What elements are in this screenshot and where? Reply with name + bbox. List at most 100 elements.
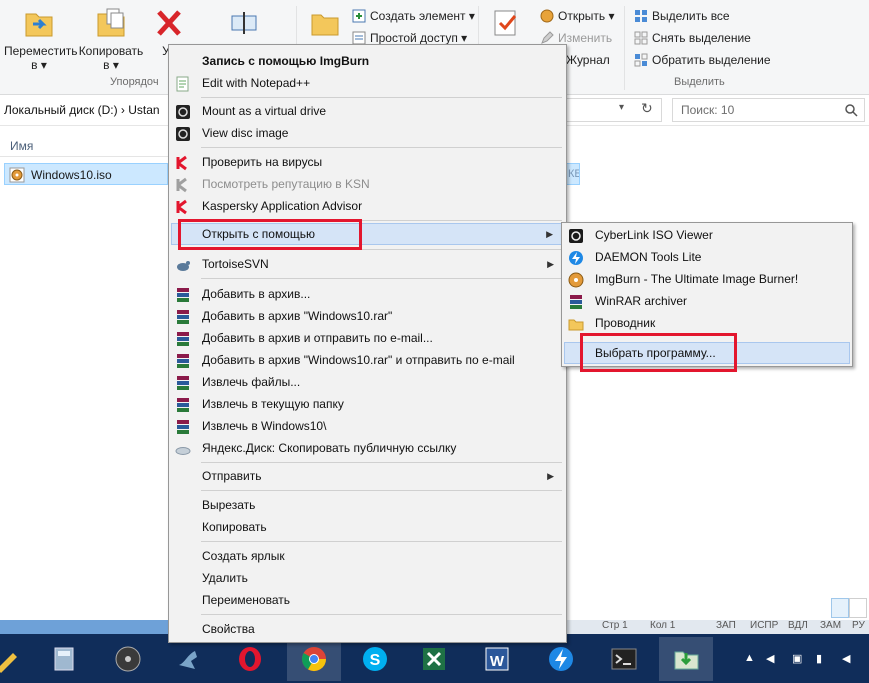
tray-power-icon[interactable]: ▮ — [816, 652, 822, 665]
breadcrumb[interactable]: Локальный диск (D:) › Ustan — [0, 98, 168, 122]
menu-item-copy[interactable]: Копировать — [171, 516, 564, 538]
submenu-item-imgburn[interactable]: ImgBurn - The Ultimate Image Burner! — [564, 268, 850, 290]
search-icon[interactable] — [844, 103, 858, 117]
media-disc-icon — [115, 646, 141, 672]
open-button[interactable]: Открыть ▾ — [540, 8, 614, 24]
submenu-arrow-icon: ▶ — [547, 471, 554, 481]
tray-speaker-icon[interactable]: ◀ — [842, 652, 850, 665]
folder-download-icon — [674, 651, 699, 670]
taskbar-app-skype[interactable]: S — [348, 637, 402, 681]
select-none-button[interactable]: Снять выделение — [634, 30, 751, 46]
menu-item-mount-drive[interactable]: Mount as a virtual drive — [171, 100, 564, 122]
new-item-button[interactable]: Создать элемент ▾ — [352, 8, 475, 24]
menu-item-tortoisesvn[interactable]: TortoiseSVN ▶ — [171, 253, 564, 275]
taskbar-app-calculator[interactable] — [37, 637, 91, 681]
menu-item-winrar-add-named[interactable]: Добавить в архив "Windows10.rar" — [171, 305, 564, 327]
terminal-icon — [611, 648, 637, 670]
menu-item-yandex-disk-link[interactable]: Яндекс.Диск: Скопировать публичную ссылк… — [171, 437, 564, 459]
taskbar-app-opera[interactable] — [223, 637, 277, 681]
notepadpp-icon — [176, 76, 189, 92]
properties-button[interactable] — [492, 8, 522, 42]
mysql-dolphin-icon — [179, 651, 197, 669]
invert-selection-button[interactable]: Обратить выделение — [634, 52, 771, 68]
delete-x-icon — [157, 10, 181, 36]
menu-item-kaspersky-scan[interactable]: Проверить на вирусы — [171, 151, 564, 173]
winrar-icon — [177, 398, 189, 412]
svg-text:S: S — [370, 652, 381, 669]
menu-item-view-disc-image[interactable]: View disc image — [171, 122, 564, 144]
menu-item-create-shortcut[interactable]: Создать ярлык — [171, 545, 564, 567]
menu-item-winrar-add-named-email[interactable]: Добавить в архив "Windows10.rar" и отпра… — [171, 349, 564, 371]
new-item-icon — [352, 9, 366, 23]
menu-item-cut[interactable]: Вырезать — [171, 494, 564, 516]
menu-separator — [201, 614, 562, 615]
menu-separator — [201, 462, 562, 463]
menu-item-winrar-add-email[interactable]: Добавить в архив и отправить по e-mail..… — [171, 327, 564, 349]
menu-item-kaspersky-advisor[interactable]: Kaspersky Application Advisor — [171, 195, 564, 217]
new-folder-button[interactable] — [310, 8, 340, 42]
daemon-tools-icon — [569, 251, 583, 265]
submenu-item-winrar[interactable]: WinRAR archiver — [564, 290, 850, 312]
breadcrumb-folder[interactable]: Ustan — [128, 103, 159, 117]
tiles-view-icon[interactable] — [849, 598, 867, 618]
disc-image-icon — [176, 127, 190, 141]
excel-icon — [423, 648, 445, 670]
opera-icon — [239, 647, 261, 671]
taskbar-app-media[interactable] — [101, 637, 155, 681]
search-input[interactable]: Поиск: 10 — [672, 98, 865, 122]
tortoisesvn-icon — [177, 261, 190, 271]
virtual-drive-icon — [176, 105, 190, 119]
history-button[interactable]: Журнал — [566, 52, 610, 68]
details-view-icon[interactable] — [831, 598, 849, 618]
menu-item-rename[interactable]: Переименовать — [171, 589, 564, 611]
group-select-label: Выделить — [674, 76, 725, 88]
submenu-item-explorer[interactable]: Проводник — [564, 312, 850, 334]
ribbon-divider — [624, 6, 625, 90]
taskbar-app-daemon-tools[interactable] — [534, 637, 588, 681]
menu-item-notepadpp[interactable]: Edit with Notepad++ — [171, 72, 564, 94]
refresh-icon[interactable]: ↻ — [641, 100, 653, 117]
copy-to-button[interactable]: Копировать в ▾ — [76, 6, 146, 72]
menu-item-winrar-extract-here[interactable]: Извлечь в текущую папку — [171, 393, 564, 415]
status-scroll: ЗАМ — [820, 620, 842, 631]
taskbar-app-explorer[interactable] — [659, 637, 713, 681]
imgburn-icon — [568, 272, 584, 288]
select-all-icon — [635, 10, 647, 22]
column-header-name[interactable]: Имя — [0, 133, 169, 157]
breadcrumb-drive[interactable]: Локальный диск (D:) — [4, 103, 118, 117]
tray-volume-icon[interactable]: ◀ — [766, 652, 774, 665]
menu-item-winrar-add[interactable]: Добавить в архив... — [171, 283, 564, 305]
menu-item-send-to[interactable]: Отправить ▶ — [171, 465, 564, 487]
tray-arrow-icon[interactable]: ▲ — [744, 652, 755, 664]
paint-icon — [0, 653, 17, 673]
menu-item-properties[interactable]: Свойства — [171, 618, 564, 640]
menu-item-winrar-extract-folder[interactable]: Извлечь в Windows10\ — [171, 415, 564, 437]
tray-network-icon[interactable]: ▣ — [792, 652, 802, 665]
menu-item-delete[interactable]: Удалить — [171, 567, 564, 589]
taskbar-app-mysql[interactable] — [162, 637, 216, 681]
taskbar-app-chrome[interactable] — [287, 637, 341, 681]
select-all-button[interactable]: Выделить все — [634, 8, 730, 24]
taskbar-app-word[interactable]: W — [470, 637, 524, 681]
submenu-item-daemon-tools[interactable]: DAEMON Tools Lite — [564, 246, 850, 268]
move-to-button[interactable]: Переместить в ▾ — [4, 6, 78, 72]
annotation-highlight-open-with — [178, 219, 362, 250]
menu-separator — [201, 278, 562, 279]
cyberlink-icon — [569, 229, 583, 243]
rename-tool[interactable] — [230, 8, 260, 42]
menu-item-winrar-extract[interactable]: Извлечь файлы... — [171, 371, 564, 393]
menu-item-imgburn-write[interactable]: Запись с помощью ImgBurn — [171, 50, 564, 72]
status-indicators: Стр 1 Кол 1 ЗАП ИСПР ВДЛ ЗАМ РУ — [566, 620, 869, 634]
address-dropdown-icon[interactable]: ▾ — [619, 102, 624, 113]
submenu-item-cyberlink[interactable]: CyberLink ISO Viewer — [564, 224, 850, 246]
svg-text:W: W — [490, 653, 505, 670]
winrar-icon — [177, 332, 189, 346]
address-controls: ▾ ↻ — [566, 98, 662, 122]
move-folder-icon — [25, 13, 53, 37]
taskbar-app-terminal[interactable] — [597, 637, 651, 681]
taskbar-app-paint[interactable] — [0, 637, 34, 681]
file-row-selected[interactable]: Windows10.iso — [4, 163, 168, 185]
status-col: Кол 1 — [650, 620, 676, 631]
taskbar-app-excel[interactable] — [407, 637, 461, 681]
winrar-icon — [177, 354, 189, 368]
